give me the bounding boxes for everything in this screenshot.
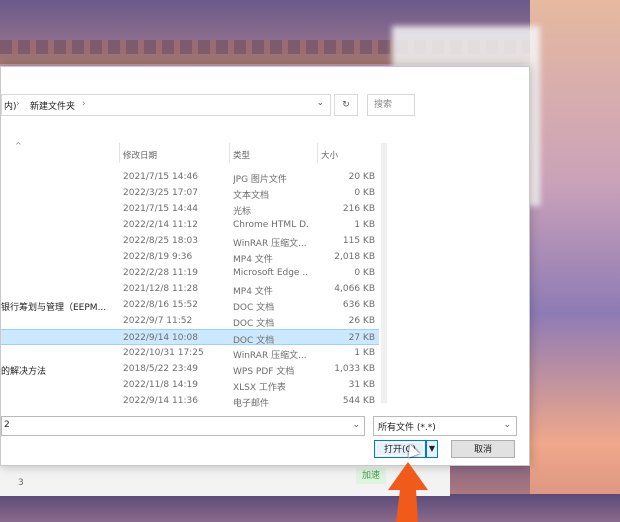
file-size: 0 KB (354, 188, 375, 198)
file-date: 2022/2/28 11:19 (123, 268, 198, 278)
background-scenery (530, 0, 620, 522)
file-type: WinRAR 压缩文... (233, 239, 307, 249)
file-size: 1,033 KB (334, 364, 375, 374)
column-header-type[interactable]: 类型 (233, 149, 250, 161)
open-options-button[interactable]: ▼ (426, 440, 438, 458)
file-size: 4,066 KB (334, 284, 375, 294)
file-row[interactable]: 2021/7/15 14:46 JPG 图片文件 20 KB (1, 169, 379, 185)
file-date: 2022/11/8 14:19 (123, 380, 198, 390)
search-input[interactable]: 搜索 (367, 94, 415, 116)
file-row[interactable]: 的解决方法 2018/5/22 23:49 WPS PDF 文档 1,033 KB (1, 361, 379, 377)
cancel-button[interactable]: 取消 (451, 440, 515, 458)
file-type: 文本文档 (233, 191, 270, 201)
file-name: 的解决方法 (1, 367, 47, 377)
vertical-scrollbar[interactable] (381, 143, 387, 403)
file-type: Chrome HTML D... (233, 220, 309, 230)
file-row[interactable]: 2022/3/25 17:07 文本文档 0 KB (1, 185, 379, 201)
file-size: 26 KB (348, 316, 375, 326)
file-date: 2021/7/15 14:44 (123, 204, 198, 214)
refresh-button[interactable]: ↻ (334, 94, 358, 116)
file-row[interactable]: 2021/12/8 11:28 MP4 文件 4,066 KB (1, 281, 379, 297)
column-divider (317, 143, 318, 163)
file-type: 光标 (233, 207, 252, 217)
file-date: 2018/5/22 23:49 (123, 364, 198, 374)
file-size: 27 KB (348, 333, 375, 343)
file-date: 2022/10/31 17:25 (123, 348, 204, 358)
column-divider (229, 143, 230, 163)
chevron-down-icon[interactable]: ⌄ (316, 98, 324, 108)
file-type: Microsoft Edge ... (233, 268, 309, 278)
file-row[interactable]: 2022/8/19 9:36 MP4 文件 2,018 KB (1, 249, 379, 265)
column-header-date[interactable]: 修改日期 (123, 149, 157, 161)
file-size: 544 KB (342, 396, 375, 406)
breadcrumb-separator-icon: › (82, 99, 86, 109)
breadcrumb-current[interactable]: 新建文件夹 (30, 99, 75, 112)
breadcrumb-prev[interactable]: 内) (4, 99, 17, 112)
file-size: 636 KB (342, 300, 375, 310)
file-size: 1 KB (354, 220, 375, 230)
filetype-select[interactable]: 所有文件 (*.*) ⌄ (373, 416, 517, 436)
file-type: DOC 文档 (233, 303, 275, 313)
file-date: 2022/3/25 17:07 (123, 188, 198, 198)
file-row[interactable]: 2022/8/25 18:03 WinRAR 压缩文... 115 KB (1, 233, 379, 249)
file-date: 2022/9/14 11:36 (123, 396, 198, 406)
file-type: MP4 文件 (233, 255, 273, 265)
file-row[interactable]: 2022/10/31 17:25 WinRAR 压缩文... 1 KB (1, 345, 379, 361)
file-date: 2022/9/14 10:08 (123, 333, 198, 343)
file-name: 银行筹划与管理（EEPM... (1, 303, 107, 313)
file-type: WPS PDF 文档 (233, 367, 295, 377)
file-date: 2022/9/7 11:52 (123, 316, 193, 326)
column-header-size[interactable]: 大小 (321, 149, 338, 161)
file-row[interactable]: 2021/7/15 14:44 光标 216 KB (1, 201, 379, 217)
file-date: 2022/8/16 15:52 (123, 300, 198, 310)
file-row[interactable]: 2022/2/14 11:12 Chrome HTML D... 1 KB (1, 217, 379, 233)
file-row[interactable]: 2022/11/8 14:19 XLSX 工作表 31 KB (1, 377, 379, 393)
file-type: XLSX 工作表 (233, 383, 286, 393)
file-size: 1 KB (354, 348, 375, 358)
file-date: 2022/2/14 11:12 (123, 220, 198, 230)
filename-input[interactable]: 2 ⌄ (1, 416, 365, 436)
file-row[interactable]: 2022/9/14 10:08 DOC 文档 27 KB (1, 329, 379, 346)
filename-value: 2 (4, 420, 10, 430)
file-type: MP4 文件 (233, 287, 273, 297)
filetype-value: 所有文件 (*.*) (378, 423, 436, 433)
file-size: 20 KB (348, 172, 375, 182)
file-date: 2022/8/25 18:03 (123, 236, 198, 246)
file-type: 电子邮件 (233, 399, 270, 409)
chevron-down-icon[interactable]: ⌄ (352, 420, 360, 430)
address-bar[interactable]: 内) › 新建文件夹 › ⌄ (1, 94, 331, 116)
file-size: 31 KB (348, 380, 375, 390)
background-window-number: 3 (18, 478, 24, 488)
breadcrumb-separator-icon: › (16, 99, 20, 109)
background-bottom (0, 494, 620, 522)
file-type: WinRAR 压缩文... (233, 351, 307, 361)
chevron-down-icon[interactable]: ⌄ (503, 420, 511, 430)
file-size: 2,018 KB (334, 252, 375, 262)
file-row[interactable]: 2022/9/7 11:52 DOC 文档 26 KB (1, 313, 379, 329)
file-row[interactable]: 2022/2/28 11:19 Microsoft Edge ... 0 KB (1, 265, 379, 281)
file-type: DOC 文档 (233, 319, 275, 329)
column-divider (119, 143, 120, 163)
triangle-down-icon: ▼ (428, 444, 436, 453)
file-row[interactable]: 银行筹划与管理（EEPM... 2022/8/16 15:52 DOC 文档 636 … (1, 297, 379, 313)
file-size: 216 KB (342, 204, 375, 214)
file-type: JPG 图片文件 (233, 175, 287, 185)
refresh-icon: ↻ (342, 100, 350, 110)
file-size: 115 KB (342, 236, 375, 246)
file-date: 2021/12/8 11:28 (123, 284, 198, 294)
file-date: 2021/7/15 14:46 (123, 172, 198, 182)
background-window-green-button: 加速 (356, 468, 386, 484)
annotation-arrow-icon (388, 462, 428, 522)
file-list: 2021/7/15 14:46 JPG 图片文件 20 KB 2022/3/25 17… (1, 169, 379, 409)
file-row[interactable]: 2022/9/14 11:36 电子邮件 544 KB (1, 393, 379, 409)
open-file-dialog: 内) › 新建文件夹 › ⌄ ↻ 搜索 ^ 修改日期 类型 大小 2021/7/… (0, 66, 530, 466)
file-date: 2022/8/19 9:36 (123, 252, 193, 262)
sort-ascending-icon: ^ (15, 141, 22, 150)
file-size: 0 KB (354, 268, 375, 278)
